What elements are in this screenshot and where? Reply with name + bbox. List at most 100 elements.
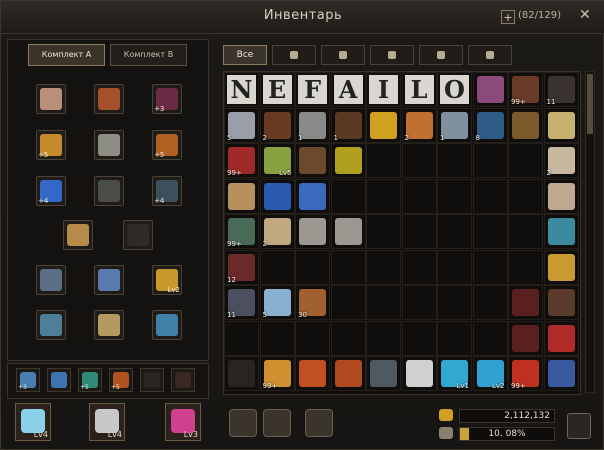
equipment-slot[interactable] [36,265,66,295]
inventory-cell[interactable] [508,285,543,320]
quickbar-slot[interactable]: +5 [109,368,133,392]
inventory-cell[interactable] [366,249,401,285]
inventory-cell[interactable] [401,214,437,249]
inventory-cell[interactable] [366,285,401,320]
crystal-slot[interactable]: Lv3 [165,403,201,441]
equipment-slot[interactable] [123,220,153,250]
inventory-cell[interactable] [437,285,472,320]
hourglass-icon[interactable] [419,45,463,65]
inventory-cell[interactable]: N [224,72,259,107]
transfer-icon[interactable] [305,409,335,439]
inventory-cell[interactable]: 2 [401,107,437,143]
inventory-cell[interactable] [508,143,543,178]
inventory-cell[interactable]: Lv2 [472,356,508,391]
inventory-cell[interactable] [508,249,543,285]
gem-icon[interactable] [370,45,414,65]
inventory-cell[interactable]: 99+ [259,356,295,391]
equipment-slot[interactable]: Lv2 [152,265,182,295]
inventory-cell[interactable] [508,214,543,249]
inventory-cell[interactable] [508,107,543,143]
inventory-cell[interactable]: 11 [543,72,579,107]
inventory-cell[interactable] [224,356,259,391]
preset-tab-a[interactable]: Комплект A [28,44,105,66]
inventory-cell[interactable] [259,249,295,285]
quickbar-slot[interactable] [47,368,71,392]
inventory-cell[interactable] [330,214,366,249]
inventory-cell[interactable] [401,285,437,320]
inventory-cell[interactable]: 8 [472,107,508,143]
inventory-cell[interactable] [472,72,508,107]
inventory-cell[interactable] [259,178,295,214]
inventory-cell[interactable] [224,178,259,214]
inventory-cell[interactable] [295,143,330,178]
inventory-cell[interactable]: Lv5 [259,143,295,178]
inventory-cell[interactable] [401,143,437,178]
inventory-cell[interactable] [437,143,472,178]
inventory-cell[interactable]: L [401,72,437,107]
inventory-cell[interactable] [401,178,437,214]
scrollbar[interactable] [585,71,595,393]
inventory-cell[interactable] [472,249,508,285]
inventory-cell[interactable] [543,178,579,214]
inventory-cell[interactable] [330,320,366,356]
inventory-cell[interactable] [472,178,508,214]
inventory-cell[interactable] [330,356,366,391]
inventory-cell[interactable]: 99+ [224,143,259,178]
inventory-cell[interactable] [259,320,295,356]
inventory-cell[interactable] [366,143,401,178]
inventory-cell[interactable] [472,143,508,178]
inventory-cell[interactable] [401,320,437,356]
inventory-cell[interactable] [437,214,472,249]
equipment-slot[interactable] [94,130,124,160]
inventory-cell[interactable]: 1 [330,107,366,143]
inventory-cell[interactable] [366,356,401,391]
quickbar-slot[interactable]: +5 [78,368,102,392]
inventory-cell[interactable] [543,285,579,320]
inventory-cell[interactable] [366,214,401,249]
equipment-slot[interactable]: +5 [152,130,182,160]
inventory-cell[interactable]: 11 [224,285,259,320]
inventory-cell[interactable] [437,178,472,214]
inventory-cell[interactable]: 99+ [508,356,543,391]
inventory-cell[interactable]: F [295,72,330,107]
inventory-cell[interactable]: 1 [437,107,472,143]
trash-icon[interactable] [567,413,591,439]
inventory-cell[interactable]: 5 [224,107,259,143]
inventory-cell[interactable] [543,356,579,391]
inventory-cell[interactable] [437,249,472,285]
inventory-cell[interactable] [330,178,366,214]
inventory-cell[interactable] [295,249,330,285]
equipment-slot[interactable] [94,310,124,340]
inventory-cell[interactable] [437,320,472,356]
inventory-cell[interactable] [472,214,508,249]
inventory-cell[interactable]: 12 [224,249,259,285]
molecule-icon[interactable] [263,409,293,439]
inventory-cell[interactable]: 99+ [508,72,543,107]
key-icon[interactable] [468,45,512,65]
inventory-cell[interactable]: 5 [259,285,295,320]
close-icon[interactable]: ✕ [579,7,591,23]
inventory-cell[interactable] [224,320,259,356]
inventory-cell[interactable]: 2 [543,143,579,178]
inventory-cell[interactable] [543,249,579,285]
preset-tab-b[interactable]: Комплект B [110,44,187,66]
inventory-cell[interactable]: 2 [259,107,295,143]
inventory-cell[interactable] [366,107,401,143]
inventory-cell[interactable] [543,320,579,356]
equipment-slot[interactable] [63,220,93,250]
inventory-cell[interactable] [472,320,508,356]
equipment-slot[interactable] [94,84,124,114]
equipment-slot[interactable]: +4 [36,176,66,206]
inventory-cell[interactable]: 1 [295,107,330,143]
quickbar-slot[interactable] [140,368,164,392]
equipment-slot[interactable] [36,84,66,114]
inventory-cell[interactable]: A [330,72,366,107]
inventory-cell[interactable] [330,285,366,320]
inventory-cell[interactable]: 99+ [224,214,259,249]
inventory-cell[interactable] [366,320,401,356]
inventory-cell[interactable] [543,107,579,143]
inventory-cell[interactable]: 2 [259,214,295,249]
quickbar-slot[interactable]: +3 [16,368,40,392]
helmet-icon[interactable] [272,45,316,65]
crystal-slot[interactable]: Lv4 [15,403,51,441]
